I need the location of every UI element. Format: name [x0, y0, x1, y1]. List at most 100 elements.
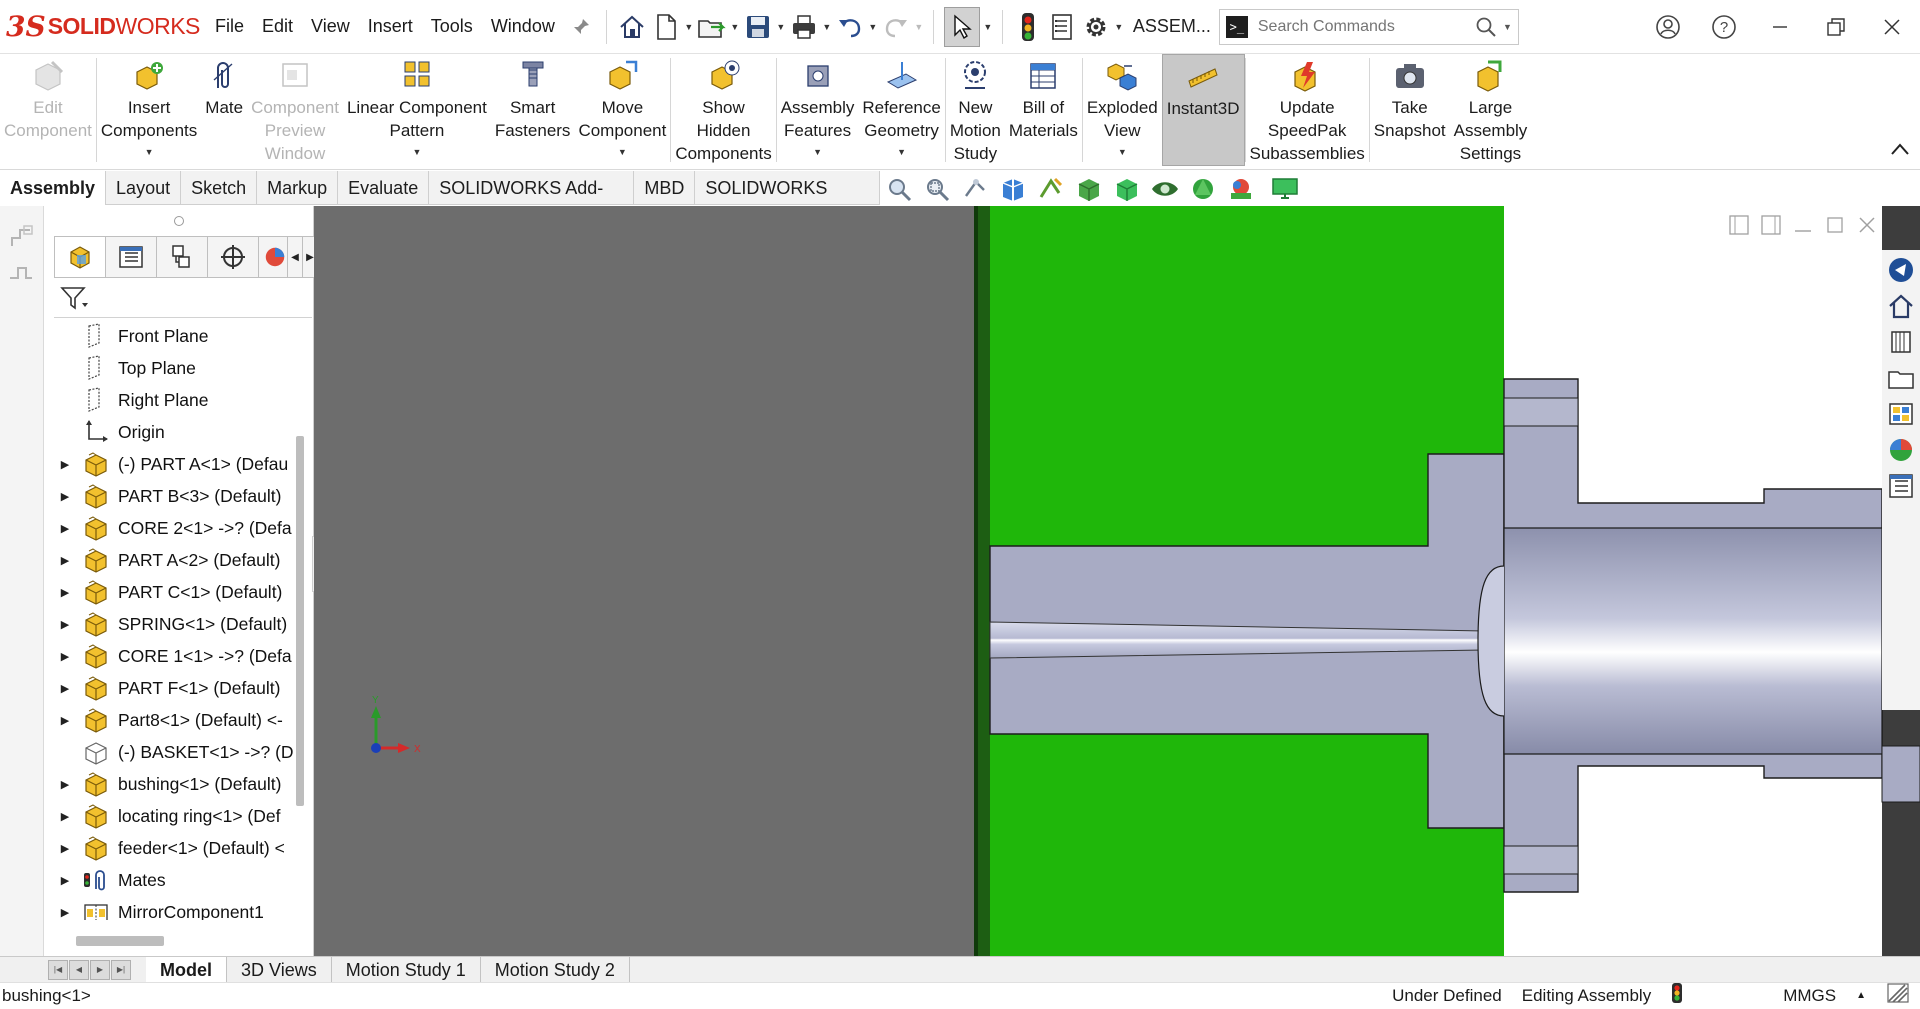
rebuild-status-icon[interactable] [1671, 982, 1683, 1009]
property-manager-tab-icon[interactable] [105, 236, 157, 278]
zoom-to-area-icon[interactable] [922, 174, 952, 204]
pin-icon[interactable] [566, 12, 596, 42]
chevron-down-icon[interactable]: ▼ [813, 141, 822, 164]
mate-button[interactable]: Mate [201, 54, 247, 166]
expand-arrow-icon[interactable]: ▶ [50, 458, 80, 471]
show-hidden-components-button[interactable]: Show Hidden Components [671, 54, 775, 166]
smart-fasteners-button[interactable]: Smart Fasteners [491, 54, 575, 166]
tree-item[interactable]: ▶ CORE 1<1> ->? (Defa [50, 640, 298, 672]
chevron-down-icon[interactable]: ▼ [897, 141, 906, 164]
viewport-close-icon[interactable] [1856, 214, 1878, 241]
tab-scroll-left-icon[interactable]: ◀ [287, 236, 303, 278]
chevron-down-icon[interactable]: ▼ [683, 22, 695, 32]
chevron-down-icon[interactable]: ▼ [618, 141, 627, 164]
chevron-down-icon[interactable]: ▼ [982, 22, 994, 32]
undo-icon[interactable] [835, 12, 865, 42]
tab-mbd[interactable]: MBD [634, 170, 696, 205]
viewport-tile-right-icon[interactable] [1760, 214, 1782, 241]
expand-arrow-icon[interactable]: ▶ [50, 906, 80, 919]
last-tab-icon[interactable]: ▶| [111, 959, 131, 980]
search-commands-box[interactable]: >_ ▼ [1218, 8, 1519, 45]
menu-edit[interactable]: Edit [253, 16, 302, 37]
next-tab-icon[interactable]: ▶ [90, 959, 110, 980]
large-assembly-settings-button[interactable]: Large Assembly Settings [1450, 54, 1532, 166]
tree-item[interactable]: ▶ locating ring<1> (Def [50, 800, 298, 832]
tree-horizontal-scrollbar[interactable] [76, 936, 164, 946]
first-tab-icon[interactable]: |◀ [48, 959, 68, 980]
menu-insert[interactable]: Insert [359, 16, 422, 37]
select-arrow-icon[interactable] [943, 6, 980, 47]
save-icon[interactable] [743, 12, 773, 42]
tree-item[interactable]: Front Plane [50, 320, 298, 352]
appearances-scenes-icon[interactable] [1885, 434, 1917, 466]
bolt-slot-lower[interactable] [1503, 845, 1579, 875]
take-snapshot-button[interactable]: Take Snapshot [1370, 54, 1450, 166]
tree-filter-bar[interactable] [54, 284, 312, 318]
insert-components-button[interactable]: Insert Components ▼ [97, 54, 201, 166]
filter-funnel-icon[interactable] [60, 285, 90, 316]
linear-component-pattern-button[interactable]: Linear Component Pattern ▼ [343, 54, 491, 166]
expand-arrow-icon[interactable]: ▶ [50, 874, 80, 887]
viewport-maximize-icon[interactable] [1824, 214, 1846, 241]
tree-item[interactable]: ▶ MirrorComponent1 [50, 896, 298, 920]
search-icon[interactable] [1475, 16, 1497, 38]
open-folder-icon[interactable] [697, 12, 727, 42]
configuration-manager-tab-icon[interactable] [156, 236, 208, 278]
tree-item[interactable]: Right Plane [50, 384, 298, 416]
expand-arrow-icon[interactable]: ▶ [50, 810, 80, 823]
view-settings-monitor-icon[interactable] [1270, 174, 1300, 204]
units-arrow-icon[interactable]: ▲ [1856, 990, 1866, 1001]
assembly-features-button[interactable]: Assembly Features ▼ [777, 54, 859, 166]
expand-arrow-icon[interactable]: ▶ [50, 490, 80, 503]
rebuild-quick-tips-icon[interactable] [1886, 982, 1910, 1009]
chevron-down-icon[interactable]: ▼ [1113, 22, 1125, 32]
tree-vertical-scrollbar[interactable] [296, 436, 304, 806]
model-viewport[interactable]: Y X [314, 206, 1920, 956]
file-explorer-icon[interactable] [1885, 362, 1917, 394]
solidworks-resources-icon[interactable] [1885, 254, 1917, 286]
bottom-tab-motion-study-2[interactable]: Motion Study 2 [481, 956, 630, 983]
collapse-ribbon-chevron-icon[interactable] [1890, 142, 1910, 161]
tree-item[interactable]: ▶ SPRING<1> (Default) [50, 608, 298, 640]
tree-item[interactable]: ▶ PART B<3> (Default) [50, 480, 298, 512]
expand-arrow-icon[interactable]: ▶ [50, 522, 80, 535]
menu-window[interactable]: Window [482, 16, 564, 37]
viewport-tile-left-icon[interactable] [1728, 214, 1750, 241]
tree-item[interactable]: Top Plane [50, 352, 298, 384]
tab-evaluate[interactable]: Evaluate [338, 170, 430, 205]
view-palette-icon[interactable] [1885, 398, 1917, 430]
expand-arrow-icon[interactable]: ▶ [50, 618, 80, 631]
bottom-tab-motion-study-1[interactable]: Motion Study 1 [332, 956, 481, 983]
exploded-view-button[interactable]: Exploded View ▼ [1083, 54, 1162, 166]
home-icon[interactable] [617, 12, 647, 42]
home-icon[interactable] [1885, 290, 1917, 322]
display-manager-tab-icon[interactable] [258, 236, 288, 278]
tab-layout[interactable]: Layout [106, 170, 182, 205]
custom-properties-icon[interactable] [1885, 470, 1917, 502]
tree-item[interactable]: (-) BASKET<1> ->? (D [50, 736, 298, 768]
graphics-area[interactable]: Y X [314, 206, 1920, 956]
tree-item[interactable]: ▶ feeder<1> (Default) < [50, 832, 298, 864]
feature-manager-tab-icon[interactable] [54, 236, 106, 278]
section-view-icon[interactable] [998, 174, 1028, 204]
bill-of-materials-button[interactable]: Bill of Materials [1005, 54, 1082, 166]
minimize-icon[interactable] [1752, 7, 1808, 47]
tab-solidworks-add-ins[interactable]: SOLIDWORKS Add-Ins [429, 170, 635, 232]
solidworks-logo[interactable]: 3S SOLIDWORKS [6, 10, 206, 43]
expand-arrow-icon[interactable]: ▶ [50, 682, 80, 695]
restore-icon[interactable] [1808, 7, 1864, 47]
chevron-down-icon[interactable]: ▼ [1118, 141, 1127, 164]
chevron-down-icon[interactable]: ▼ [867, 22, 879, 32]
chevron-down-icon[interactable]: ▼ [821, 22, 833, 32]
apply-scene-icon[interactable] [1226, 174, 1256, 204]
tab-solidworks-cam[interactable]: SOLIDWORKS CAM [695, 170, 880, 232]
move-component-button[interactable]: Move Component ▼ [574, 54, 670, 166]
new-document-icon[interactable] [651, 12, 681, 42]
chevron-down-icon[interactable]: ▼ [412, 141, 421, 164]
sketch-relations-icon[interactable] [8, 224, 34, 255]
new-motion-study-button[interactable]: New Motion Study [946, 54, 1005, 166]
chevron-down-icon[interactable]: ▼ [729, 22, 741, 32]
tree-item[interactable]: ▶ (-) PART A<1> (Defau [50, 448, 298, 480]
options-gear-icon[interactable] [1081, 12, 1111, 42]
tab-assembly[interactable]: Assembly [0, 170, 107, 205]
